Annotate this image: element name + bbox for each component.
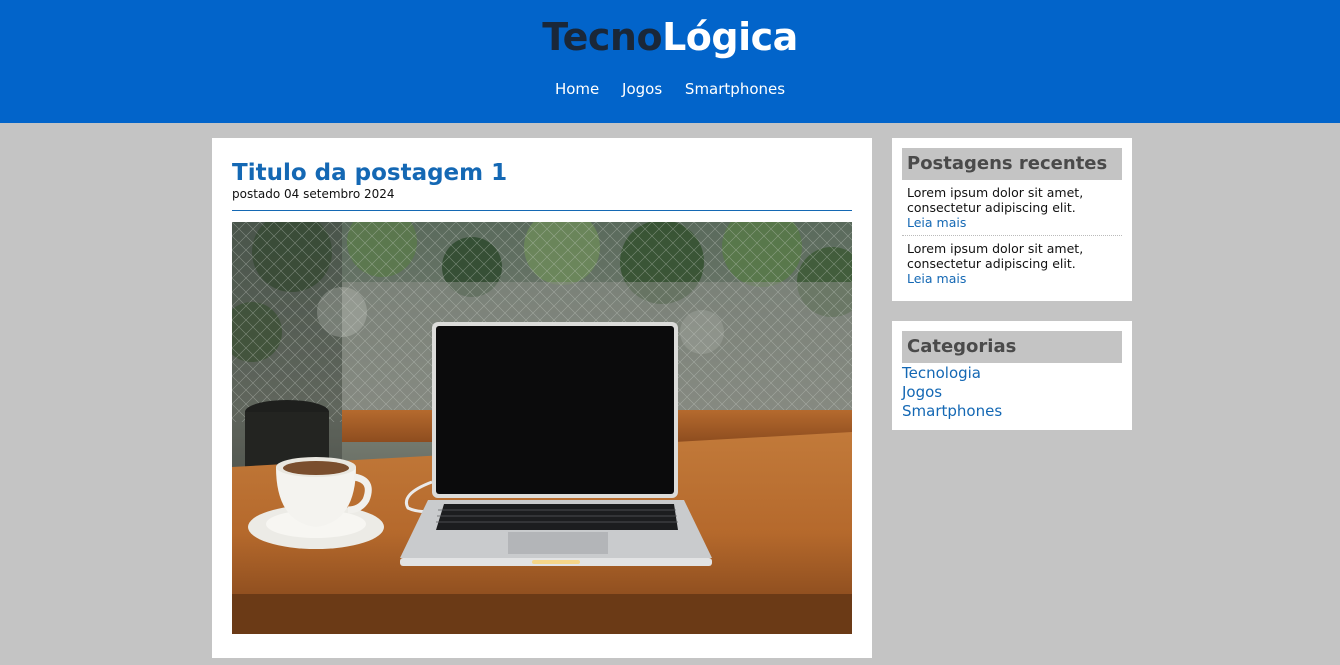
category-tecnologia[interactable]: Tecnologia bbox=[902, 364, 1002, 383]
recent-divider bbox=[902, 235, 1122, 236]
category-jogos[interactable]: Jogos bbox=[902, 383, 1002, 402]
post-divider bbox=[232, 210, 852, 211]
logo-part-logica: Lógica bbox=[662, 15, 798, 59]
nav-home[interactable]: Home bbox=[555, 80, 599, 98]
recent-post-excerpt: Lorem ipsum dolor sit amet, consectetur … bbox=[907, 241, 1084, 271]
recent-post-item: Lorem ipsum dolor sit amet, consectetur … bbox=[907, 185, 1122, 230]
site-logo[interactable]: TecnoLógica bbox=[0, 14, 1340, 60]
post-date: postado 04 setembro 2024 bbox=[232, 187, 395, 201]
categories-heading: Categorias bbox=[902, 331, 1122, 363]
recent-post-item: Lorem ipsum dolor sit amet, consectetur … bbox=[907, 241, 1122, 286]
nav-smartphones[interactable]: Smartphones bbox=[685, 80, 785, 98]
logo-part-tecno: Tecno bbox=[542, 15, 663, 59]
category-smartphones[interactable]: Smartphones bbox=[902, 402, 1002, 421]
recent-posts-heading: Postagens recentes bbox=[902, 148, 1122, 180]
post-image bbox=[232, 222, 852, 634]
nav-jogos[interactable]: Jogos bbox=[622, 80, 662, 98]
read-more-link[interactable]: Leia mais bbox=[907, 271, 1122, 286]
post-title[interactable]: Titulo da postagem 1 bbox=[232, 158, 507, 188]
post-card: Titulo da postagem 1 postado 04 setembro… bbox=[212, 138, 872, 658]
categories-list: Tecnologia Jogos Smartphones bbox=[902, 364, 1002, 421]
categories-widget: Categorias Tecnologia Jogos Smartphones bbox=[892, 321, 1132, 430]
read-more-link[interactable]: Leia mais bbox=[907, 215, 1122, 230]
recent-posts-widget: Postagens recentes Lorem ipsum dolor sit… bbox=[892, 138, 1132, 301]
recent-post-excerpt: Lorem ipsum dolor sit amet, consectetur … bbox=[907, 185, 1084, 215]
site-header: TecnoLógica Home Jogos Smartphones bbox=[0, 0, 1340, 123]
main-nav: Home Jogos Smartphones bbox=[0, 79, 1340, 99]
